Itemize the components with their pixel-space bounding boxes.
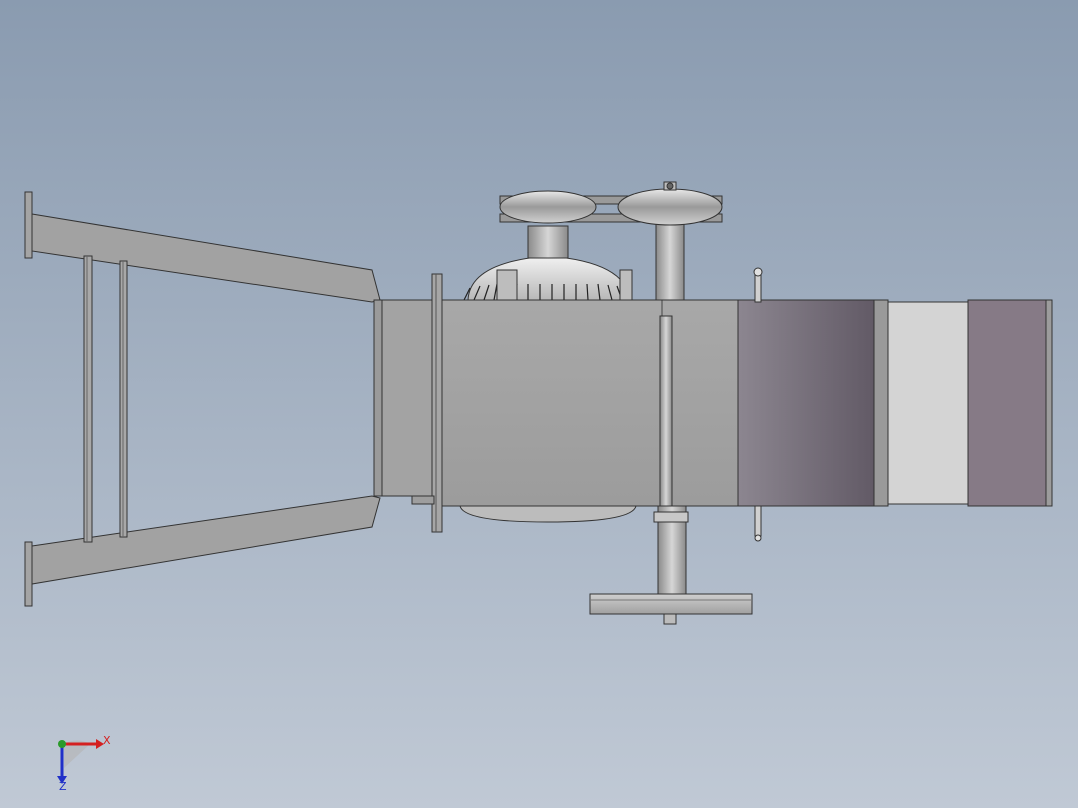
x-axis-label: X: [103, 734, 111, 747]
graphics-viewport[interactable]: X Z: [0, 0, 1078, 808]
z-axis-label: Z: [59, 780, 67, 793]
axis-triad: X Z: [57, 734, 111, 793]
y-axis-dot: [58, 740, 66, 748]
